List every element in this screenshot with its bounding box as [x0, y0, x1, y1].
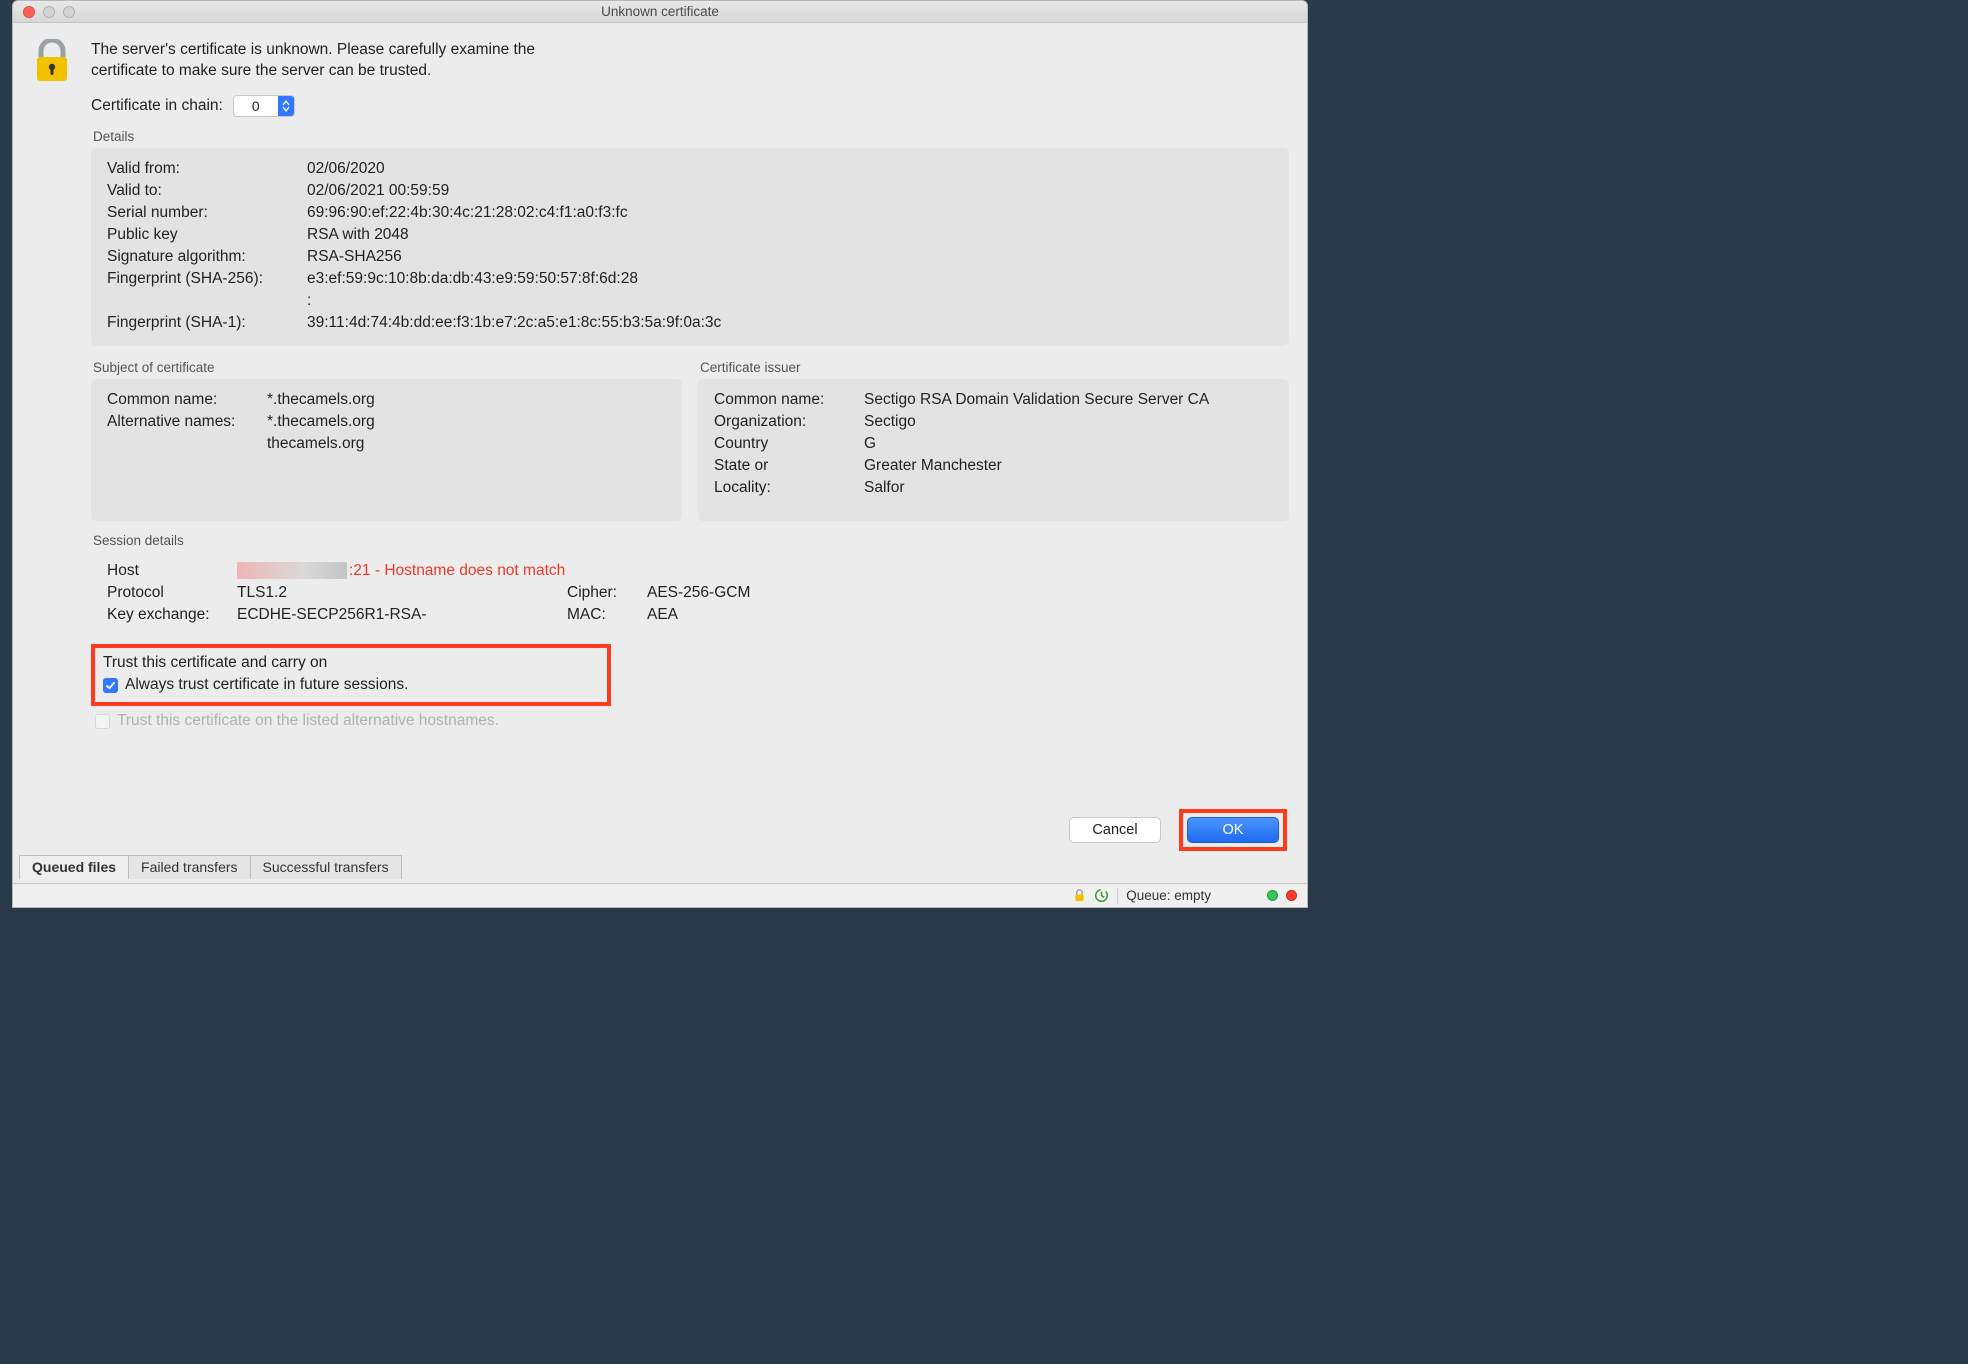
- details-legend: Details: [91, 129, 138, 148]
- session-host-value: :21 - Hostname does not match: [237, 562, 1273, 580]
- trust-highlight-box: Trust this certificate and carry on Alwa…: [91, 644, 611, 706]
- session-cipher-label: Cipher:: [567, 584, 647, 602]
- chevron-updown-icon: [278, 95, 294, 117]
- pubkey-value: RSA with 2048: [307, 226, 1273, 244]
- issuer-org-label: Organization:: [714, 413, 864, 431]
- status-lock-icon[interactable]: [1073, 889, 1086, 902]
- subject-cn-value: *.thecamels.org: [267, 391, 666, 409]
- subject-group: Subject of certificate Common name: *.th…: [91, 360, 682, 521]
- valid-to-value: 02/06/2021 00:59:59: [307, 182, 1273, 200]
- issuer-state-value: Greater Manchester: [864, 457, 1273, 475]
- session-proto-label: Protocol: [107, 584, 237, 602]
- issuer-group: Certificate issuer Common name: Sectigo …: [698, 360, 1289, 521]
- issuer-state-label: State or: [714, 457, 864, 475]
- status-sync-icon[interactable]: [1094, 888, 1109, 903]
- intro-line1: The server's certificate is unknown. Ple…: [91, 41, 535, 58]
- session-proto-value: TLS1.2: [237, 584, 567, 602]
- fp1-value: 39:11:4d:74:4b:dd:ee:f3:1b:e7:2c:a5:e1:8…: [307, 314, 1273, 332]
- fp1-label: Fingerprint (SHA-1):: [107, 314, 307, 332]
- ok-button[interactable]: OK: [1187, 817, 1279, 843]
- issuer-locality-label: Locality:: [714, 479, 864, 497]
- issuer-cn-value: Sectigo RSA Domain Validation Secure Ser…: [864, 391, 1273, 409]
- ok-highlight-box: OK: [1179, 809, 1287, 851]
- subject-cn-label: Common name:: [107, 391, 267, 409]
- issuer-locality-value: Salfor: [864, 479, 1273, 497]
- status-indicator-red[interactable]: [1286, 890, 1297, 901]
- lock-icon: [31, 39, 77, 730]
- session-legend: Session details: [91, 533, 188, 552]
- valid-to-label: Valid to:: [107, 182, 307, 200]
- session-mac-label: MAC:: [567, 606, 647, 624]
- chain-value: 0: [234, 98, 278, 114]
- tab-failed-transfers[interactable]: Failed transfers: [128, 855, 250, 879]
- fp256-cont: :: [307, 292, 1273, 310]
- session-mac-value: AEA: [647, 606, 1273, 624]
- session-host-text: :21 - Hostname does not match: [349, 562, 565, 579]
- session-host-label: Host: [107, 562, 237, 580]
- titlebar: Unknown certificate: [13, 1, 1307, 23]
- valid-from-label: Valid from:: [107, 160, 307, 178]
- cancel-button[interactable]: Cancel: [1069, 817, 1161, 843]
- serial-label: Serial number:: [107, 204, 307, 222]
- tab-successful-transfers[interactable]: Successful transfers: [250, 855, 402, 879]
- subject-alt-value1: *.thecamels.org: [267, 413, 666, 431]
- issuer-country-label: Country: [714, 435, 864, 453]
- session-kex-value: ECDHE-SECP256R1-RSA-: [237, 606, 567, 624]
- sigalg-value: RSA-SHA256: [307, 248, 1273, 266]
- redacted-hostname: [237, 562, 347, 579]
- subject-alt-label: Alternative names:: [107, 413, 267, 431]
- intro-text: The server's certificate is unknown. Ple…: [91, 39, 651, 81]
- serial-value: 69:96:90:ef:22:4b:30:4c:21:28:02:c4:f1:a…: [307, 204, 1273, 222]
- details-group: Details Valid from: 02/06/2020 Valid to:…: [91, 129, 1289, 346]
- window-title: Unknown certificate: [13, 4, 1307, 19]
- session-group: Session details Host :21 - Hostname does…: [91, 533, 1289, 636]
- tab-queued-files[interactable]: Queued files: [19, 855, 129, 879]
- issuer-org-value: Sectigo: [864, 413, 1273, 431]
- dialog-window: Unknown certificate The server's certifi…: [12, 0, 1308, 908]
- fp256-value: e3:ef:59:9c:10:8b:da:db:43:e9:59:50:57:8…: [307, 270, 1273, 288]
- intro-line2: certificate to make sure the server can …: [91, 62, 431, 79]
- status-bar: Queue: empty: [13, 883, 1307, 907]
- transfer-tabs: Queued files Failed transfers Successful…: [19, 855, 401, 879]
- fp256-label: Fingerprint (SHA-256):: [107, 270, 307, 288]
- always-trust-label: Always trust certificate in future sessi…: [125, 676, 408, 694]
- chain-label: Certificate in chain:: [91, 97, 223, 115]
- issuer-cn-label: Common name:: [714, 391, 864, 409]
- subject-legend: Subject of certificate: [91, 360, 219, 379]
- sigalg-label: Signature algorithm:: [107, 248, 307, 266]
- valid-from-value: 02/06/2020: [307, 160, 1273, 178]
- issuer-legend: Certificate issuer: [698, 360, 805, 379]
- session-kex-label: Key exchange:: [107, 606, 237, 624]
- subject-alt-value2: thecamels.org: [267, 435, 666, 453]
- trust-alt-hosts-checkbox: [95, 714, 110, 729]
- trust-alt-hosts-label: Trust this certificate on the listed alt…: [117, 712, 499, 730]
- queue-status-text: Queue: empty: [1126, 888, 1211, 903]
- trust-heading: Trust this certificate and carry on: [103, 654, 599, 672]
- issuer-country-value: G: [864, 435, 1273, 453]
- chain-select[interactable]: 0: [233, 95, 295, 117]
- always-trust-checkbox[interactable]: [103, 678, 118, 693]
- status-indicator-green[interactable]: [1267, 890, 1278, 901]
- pubkey-label: Public key: [107, 226, 307, 244]
- session-cipher-value: AES-256-GCM: [647, 584, 1273, 602]
